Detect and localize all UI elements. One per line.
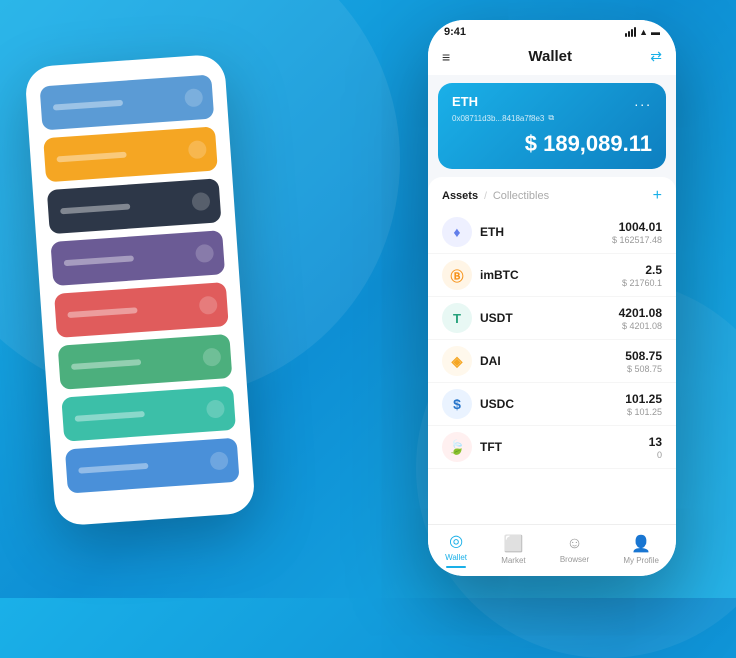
eth-label: ETH — [452, 94, 478, 109]
asset-usd: $ 508.75 — [625, 364, 662, 374]
list-item[interactable] — [54, 282, 229, 338]
card-label — [53, 100, 123, 111]
eth-more-button[interactable]: ... — [634, 93, 652, 109]
asset-name: USDC — [480, 397, 625, 411]
list-item[interactable] — [50, 230, 225, 286]
status-time: 9:41 — [444, 26, 466, 38]
wifi-icon: ▲ — [639, 27, 648, 37]
list-item[interactable] — [61, 386, 236, 442]
asset-name: ETH — [480, 225, 612, 239]
nav-wallet-label: Wallet — [445, 553, 467, 562]
tab-assets[interactable]: Assets — [442, 190, 478, 202]
nav-browser-label: Browser — [560, 555, 589, 564]
card-label — [60, 203, 130, 214]
asset-values: 2.5 $ 21760.1 — [622, 263, 662, 288]
nav-market-label: Market — [501, 556, 525, 565]
table-row[interactable]: ♦ ETH 1004.01 $ 162517.48 — [428, 211, 676, 254]
swap-icon[interactable]: ⇄ — [650, 48, 662, 65]
nav-active-indicator — [446, 566, 466, 568]
list-item[interactable] — [43, 126, 218, 182]
menu-icon[interactable]: ≡ — [442, 49, 450, 65]
card-label — [64, 255, 134, 266]
list-item[interactable] — [40, 75, 215, 131]
eth-address[interactable]: 0x08711d3b...8418a7f8e3 ⧉ — [452, 113, 652, 123]
asset-usd: $ 101.25 — [625, 407, 662, 417]
card-label — [56, 152, 126, 163]
market-nav-icon: ⬜ — [503, 534, 523, 554]
table-row[interactable]: Ⓑ imBTC 2.5 $ 21760.1 — [428, 254, 676, 297]
signal-icon — [625, 27, 636, 37]
table-row[interactable]: $ USDC 101.25 $ 101.25 — [428, 383, 676, 426]
nav-market[interactable]: ⬜ Market — [501, 534, 525, 565]
tab-separator: / — [484, 191, 487, 202]
asset-amount: 1004.01 — [612, 220, 662, 234]
usdt-icon: T — [442, 303, 472, 333]
app-header: ≡ Wallet ⇄ — [428, 40, 676, 75]
eth-icon: ♦ — [442, 217, 472, 247]
status-bar: 9:41 ▲ ▬ — [428, 20, 676, 40]
asset-usd: $ 21760.1 — [622, 278, 662, 288]
card-label — [71, 359, 141, 370]
assets-header: Assets / Collectibles + — [428, 177, 676, 211]
table-row[interactable]: 🍃 TFT 13 0 — [428, 426, 676, 469]
asset-name: DAI — [480, 354, 625, 368]
tft-icon: 🍃 — [442, 432, 472, 462]
table-row[interactable]: ◈ DAI 508.75 $ 508.75 — [428, 340, 676, 383]
eth-address-text: 0x08711d3b...8418a7f8e3 — [452, 114, 544, 123]
asset-name: TFT — [480, 440, 649, 454]
nav-profile[interactable]: 👤 My Profile — [623, 534, 659, 565]
asset-values: 13 0 — [649, 435, 662, 460]
eth-balance-card: ETH ... 0x08711d3b...8418a7f8e3 ⧉ $ 189,… — [438, 83, 666, 169]
asset-amount: 2.5 — [622, 263, 662, 277]
add-asset-button[interactable]: + — [653, 187, 662, 205]
tab-collectibles[interactable]: Collectibles — [493, 190, 549, 202]
asset-name: imBTC — [480, 268, 622, 282]
browser-nav-icon: ☺ — [566, 535, 582, 553]
asset-values: 1004.01 $ 162517.48 — [612, 220, 662, 245]
dai-icon: ◈ — [442, 346, 472, 376]
list-item[interactable] — [58, 334, 233, 390]
asset-values: 4201.08 $ 4201.08 — [619, 306, 662, 331]
asset-list: ♦ ETH 1004.01 $ 162517.48 Ⓑ imBTC 2.5 $ … — [428, 211, 676, 524]
asset-usd: $ 162517.48 — [612, 235, 662, 245]
profile-nav-icon: 👤 — [631, 534, 651, 554]
wallet-nav-icon: ◎ — [449, 531, 463, 551]
left-phone — [24, 54, 256, 527]
assets-section: Assets / Collectibles + ♦ ETH 1004.01 $ … — [428, 177, 676, 524]
asset-usd: 0 — [649, 450, 662, 460]
asset-amount: 508.75 — [625, 349, 662, 363]
card-label — [78, 463, 148, 474]
list-item[interactable] — [47, 178, 222, 234]
right-phone: 9:41 ▲ ▬ ≡ Wallet ⇄ ETH ... 0x08711d3b..… — [428, 20, 676, 576]
status-icons: ▲ ▬ — [625, 27, 660, 37]
asset-amount: 13 — [649, 435, 662, 449]
page-title: Wallet — [528, 48, 572, 65]
card-label — [67, 307, 137, 318]
bottom-nav: ◎ Wallet ⬜ Market ☺ Browser 👤 My Profile — [428, 524, 676, 576]
asset-values: 508.75 $ 508.75 — [625, 349, 662, 374]
table-row[interactable]: T USDT 4201.08 $ 4201.08 — [428, 297, 676, 340]
eth-copy-icon[interactable]: ⧉ — [548, 113, 554, 123]
card-label — [75, 411, 145, 422]
assets-tabs: Assets / Collectibles — [442, 190, 549, 202]
nav-wallet[interactable]: ◎ Wallet — [445, 531, 467, 568]
asset-name: USDT — [480, 311, 619, 325]
usdc-icon: $ — [442, 389, 472, 419]
asset-amount: 101.25 — [625, 392, 662, 406]
nav-browser[interactable]: ☺ Browser — [560, 535, 589, 564]
asset-usd: $ 4201.08 — [619, 321, 662, 331]
asset-amount: 4201.08 — [619, 306, 662, 320]
asset-values: 101.25 $ 101.25 — [625, 392, 662, 417]
imbtc-icon: Ⓑ — [442, 260, 472, 290]
list-item[interactable] — [65, 438, 240, 494]
eth-balance: $ 189,089.11 — [452, 131, 652, 157]
battery-icon: ▬ — [651, 27, 660, 37]
nav-profile-label: My Profile — [623, 556, 659, 565]
